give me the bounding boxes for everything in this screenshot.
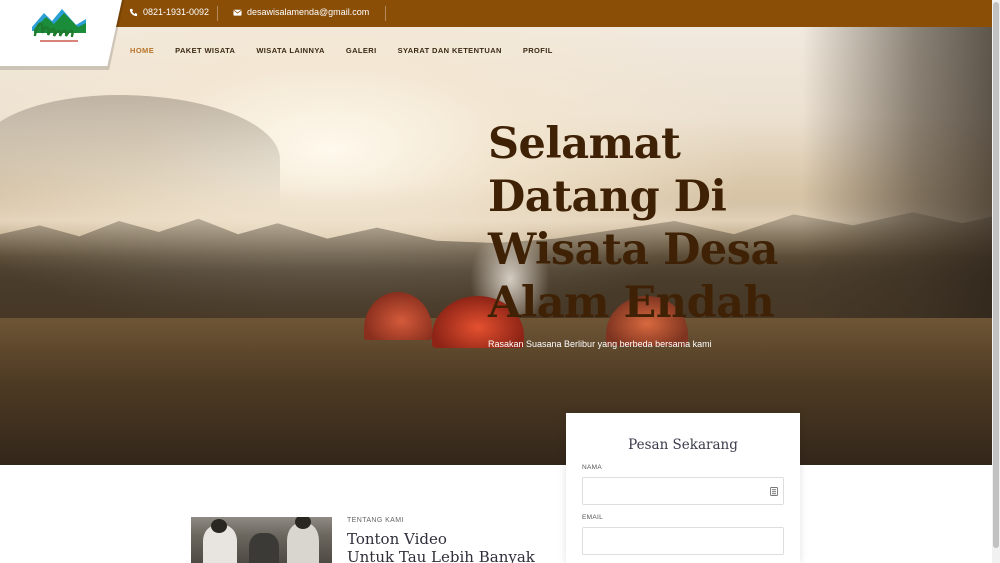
order-form-card: Pesan Sekarang NAMA EMAIL (566, 413, 800, 563)
envelope-icon (233, 9, 242, 16)
hero-title-line: Selamat (488, 119, 681, 169)
hero-title-line: Datang Di (488, 172, 727, 222)
nav-profil[interactable]: PROFIL (523, 46, 553, 55)
hero-title-line: Wisata Desa (488, 225, 778, 275)
topbar-divider (217, 6, 218, 21)
nav-wisata-lainnya[interactable]: WISATA LAINNYA (256, 46, 325, 55)
nav-paket-wisata[interactable]: PAKET WISATA (175, 46, 235, 55)
nav-home[interactable]: HOME (130, 46, 154, 55)
logo-card[interactable] (0, 0, 122, 66)
about-title-line: Untuk Tau Lebih Banyak (347, 548, 535, 563)
about-title: Tonton Video Untuk Tau Lebih Banyak (347, 530, 567, 563)
about-title-line: Tonton Video (347, 530, 447, 548)
person-figure (249, 533, 279, 563)
nav-syarat-dan-ketentuan[interactable]: SYARAT DAN KETENTUAN (398, 46, 502, 55)
name-input[interactable] (582, 477, 784, 505)
top-contact-bar: 0821-1931-0092 desawisalamenda@gmail.com (105, 0, 992, 27)
video-thumbnail[interactable] (191, 517, 332, 563)
page-scrollbar[interactable] (992, 0, 1000, 563)
main-nav: HOME PAKET WISATA WISATA LAINNYA GALERI … (130, 46, 574, 55)
hero-title-line: Alam Endah (488, 278, 775, 328)
about-tag: TENTANG KAMI (347, 517, 404, 524)
phone-contact[interactable]: 0821-1931-0092 (129, 7, 209, 17)
person-figure (287, 523, 319, 563)
email-address: desawisalamenda@gmail.com (247, 7, 370, 17)
order-form-title: Pesan Sekarang (628, 437, 738, 453)
scrollbar-thumb[interactable] (993, 2, 999, 548)
topbar-divider (385, 6, 386, 21)
phone-number: 0821-1931-0092 (143, 7, 210, 17)
email-input[interactable] (582, 527, 784, 555)
hero-title: Selamat Datang Di Wisata Desa Alam Endah (488, 118, 788, 330)
email-contact[interactable]: desawisalamenda@gmail.com (233, 7, 369, 17)
email-label: EMAIL (582, 514, 604, 521)
nav-galeri[interactable]: GALERI (346, 46, 377, 55)
phone-icon (129, 8, 138, 16)
hero-subtitle: Rasakan Suasana Berlibur yang berbeda be… (488, 339, 712, 349)
mountain-logo-icon (32, 9, 86, 42)
person-head (211, 519, 227, 533)
name-label: NAMA (582, 464, 602, 471)
hero-trees-right (802, 25, 992, 325)
contact-card-icon (770, 487, 778, 496)
